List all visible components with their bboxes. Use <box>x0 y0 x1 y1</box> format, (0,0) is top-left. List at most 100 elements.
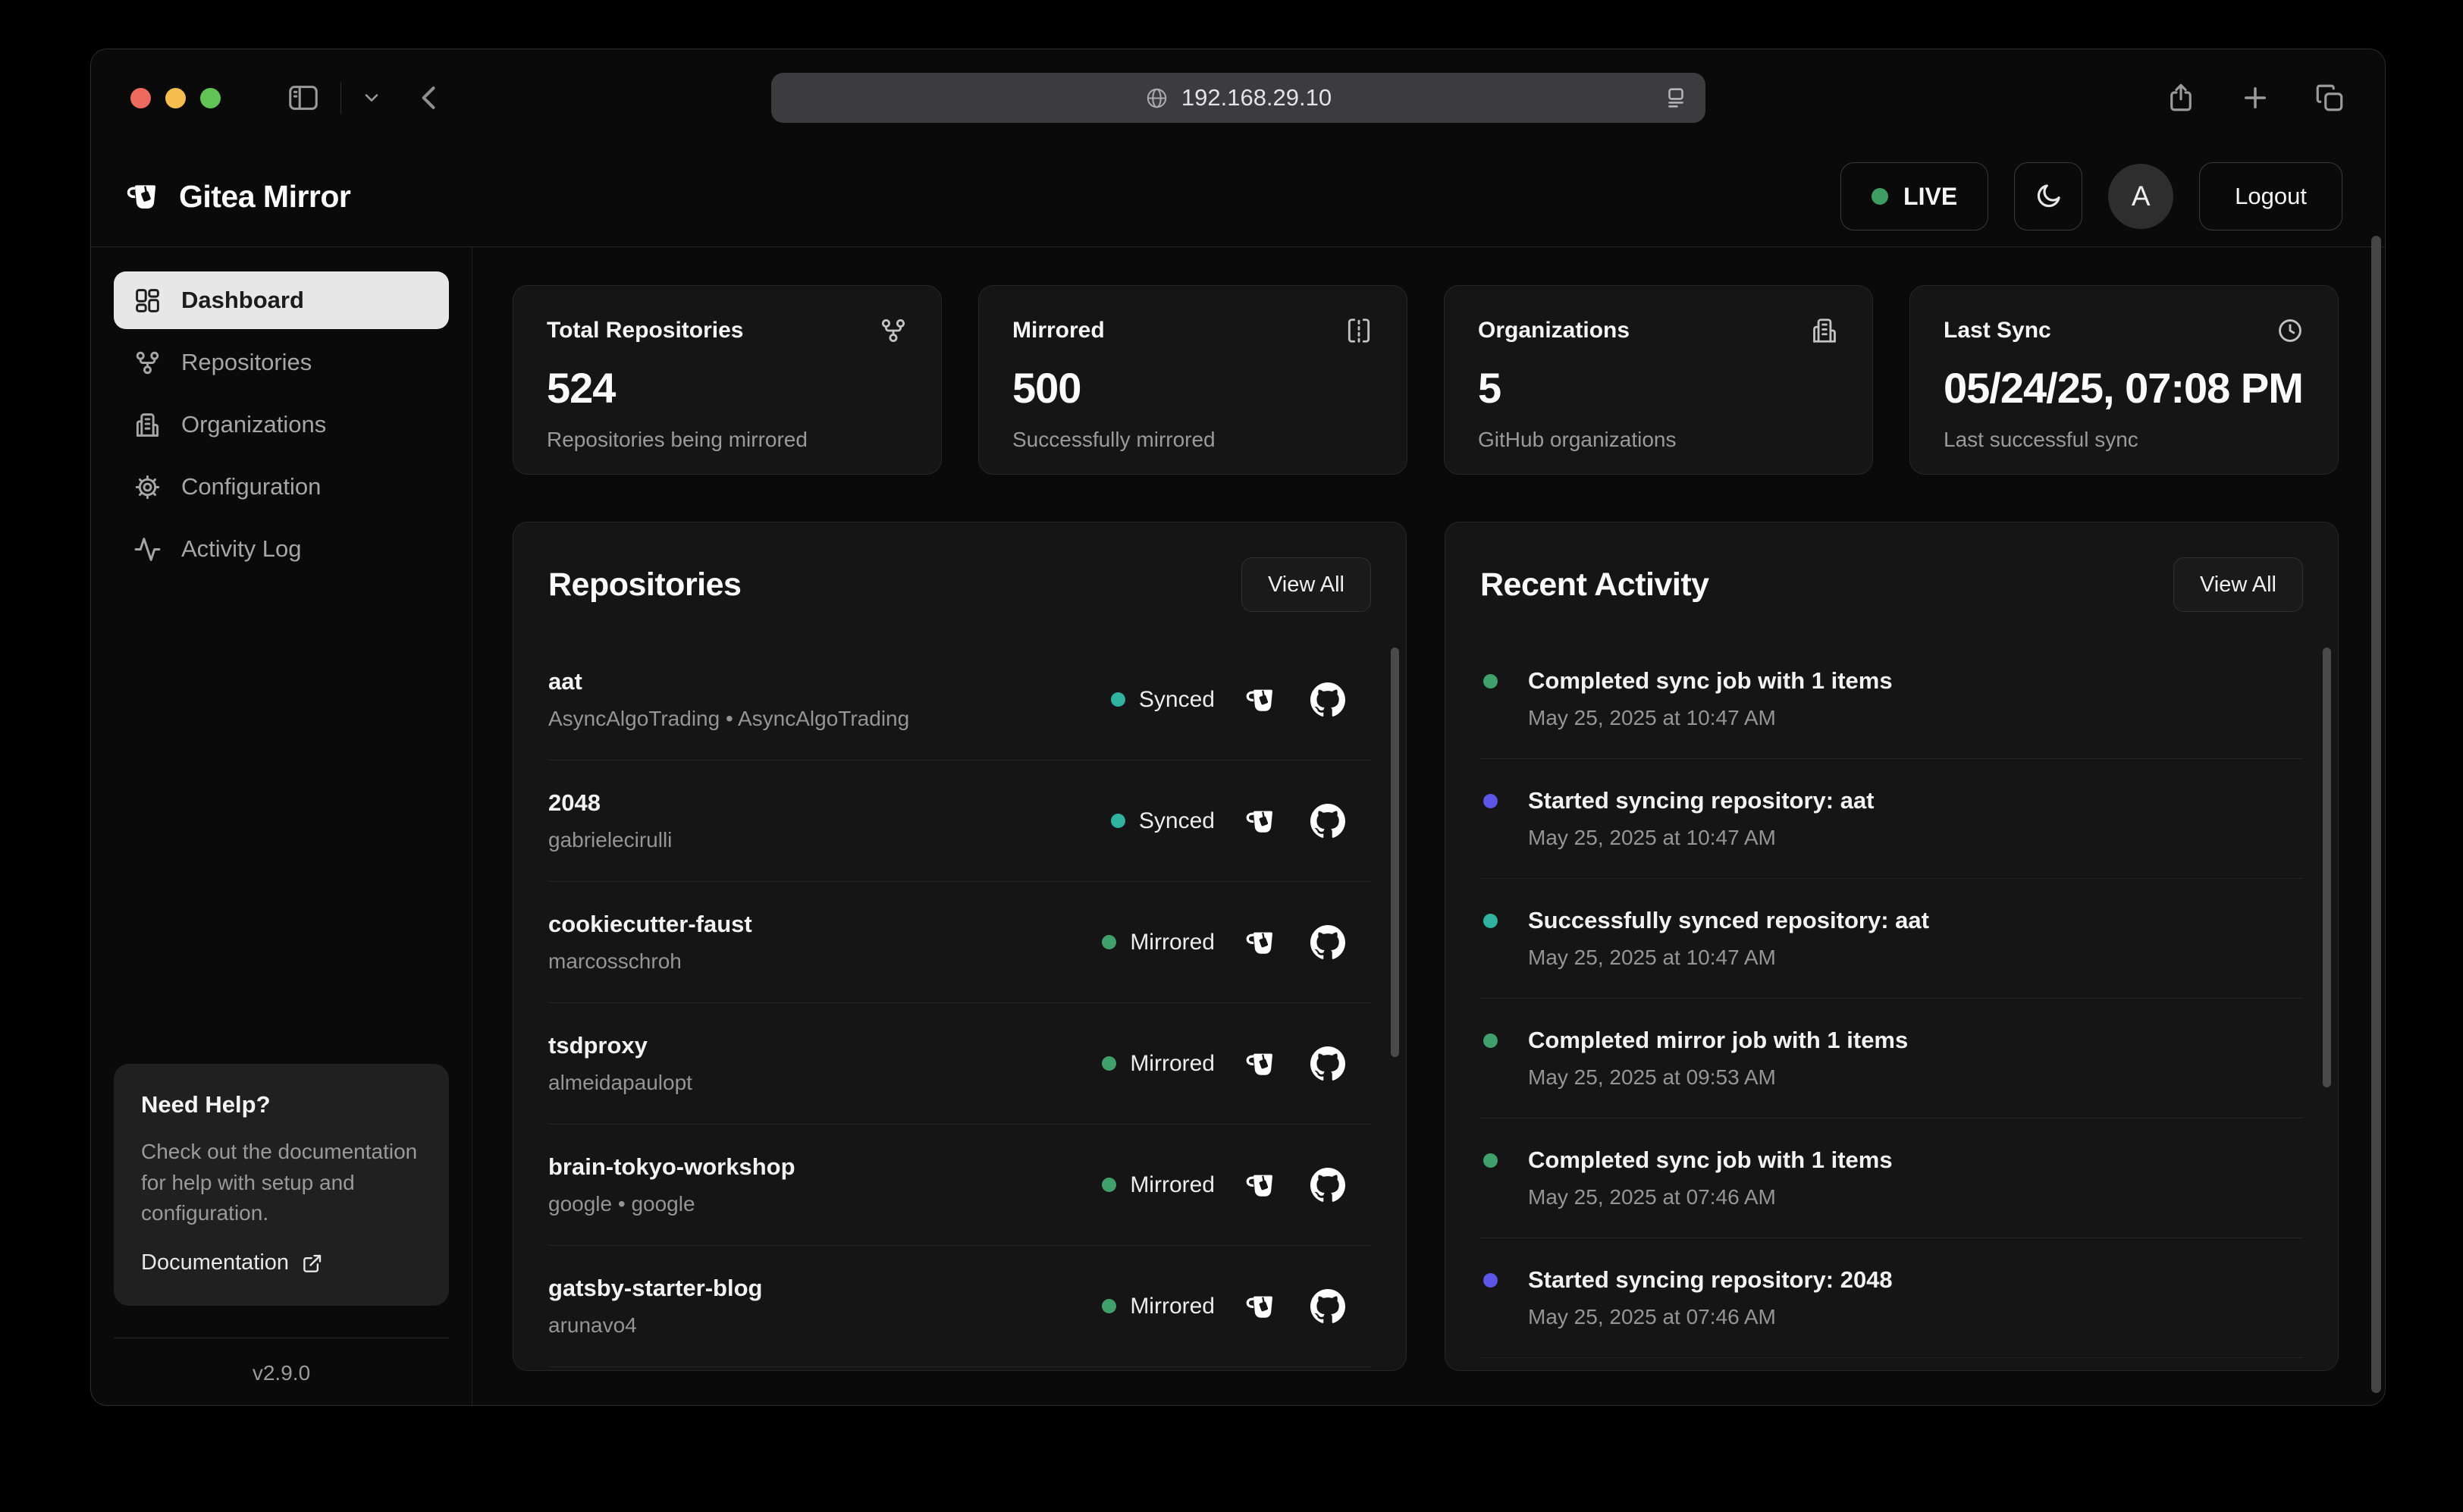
avatar[interactable]: A <box>2108 164 2173 229</box>
live-status-badge[interactable]: LIVE <box>1840 162 1988 231</box>
repo-row: gatsby-starter-blog arunavo4 Mirrored <box>548 1246 1371 1367</box>
repo-row: tsdproxy almeidapaulopt Mirrored <box>548 1003 1371 1125</box>
github-icon[interactable] <box>1310 804 1345 839</box>
status-dot-icon <box>1102 1056 1116 1071</box>
header-controls: LIVE A Logout <box>1840 162 2342 231</box>
new-tab-icon[interactable] <box>2239 82 2271 114</box>
git-fork-icon <box>133 349 162 377</box>
repositories-view-all-button[interactable]: View All <box>1241 557 1371 612</box>
stat-card-mirrored: Mirrored 500 Successfully mirrored <box>978 285 1407 475</box>
gitea-mug-icon[interactable] <box>1245 1168 1280 1203</box>
activity-dot-icon <box>1483 674 1498 689</box>
activity-item: Started syncing repository: 2048 May 25,… <box>1480 1238 2303 1358</box>
github-icon[interactable] <box>1310 1289 1345 1324</box>
sidebar-item-repositories[interactable]: Repositories <box>114 334 449 391</box>
help-body: Check out the documentation for help wit… <box>141 1137 422 1229</box>
status-badge: Mirrored <box>1102 1172 1215 1198</box>
gitea-mug-icon[interactable] <box>1245 1046 1280 1081</box>
theme-toggle-button[interactable] <box>2014 162 2082 231</box>
status-badge: Mirrored <box>1102 1051 1215 1077</box>
github-icon[interactable] <box>1310 925 1345 960</box>
status-badge: Mirrored <box>1102 1294 1215 1319</box>
live-dot-icon <box>1872 188 1888 205</box>
activity-item: Completed sync job with 1 items May 25, … <box>1480 639 2303 759</box>
status-dot-icon <box>1111 814 1125 828</box>
sidebar-toggle-icon[interactable] <box>286 80 321 115</box>
activity-dot-icon <box>1483 1273 1498 1288</box>
stats-row: Total Repositories 524 Repositories bein… <box>513 285 2339 475</box>
gitea-mug-icon[interactable] <box>1245 925 1280 960</box>
app-version: v2.9.0 <box>114 1338 449 1385</box>
toolbar-divider <box>340 82 341 114</box>
browser-toolbar: 192.168.29.10 <box>91 49 2385 146</box>
repositories-scrollbar[interactable] <box>1391 648 1399 1057</box>
clock-icon <box>2276 316 2305 345</box>
activity-item: Completed mirror job with 1 items May 25… <box>1480 999 2303 1118</box>
desktop: 192.168.29.10 <box>0 0 2463 1512</box>
building-icon <box>1810 316 1839 345</box>
app-header: Gitea Mirror LIVE A <box>91 146 2385 247</box>
page-scrollbar[interactable] <box>2371 236 2381 1393</box>
window-controls <box>130 88 221 108</box>
share-icon[interactable] <box>2165 82 2197 114</box>
sidebar-item-dashboard[interactable]: Dashboard <box>114 271 449 329</box>
minimize-window-button[interactable] <box>165 88 186 108</box>
repo-row: 2048 gabrielecirulli Synced <box>548 761 1371 882</box>
repositories-panel-title: Repositories <box>548 566 741 604</box>
repo-row: aat AsyncAlgoTrading • AsyncAlgoTrading … <box>548 639 1371 761</box>
status-badge: Mirrored <box>1102 930 1215 955</box>
gitea-mug-icon[interactable] <box>1245 682 1280 717</box>
activity-dot-icon <box>1483 794 1498 808</box>
activity-scrollbar[interactable] <box>2323 648 2331 1087</box>
repo-row: cookiecutter-faust marcosschroh Mirrored <box>548 882 1371 1003</box>
activity-dot-icon <box>1483 914 1498 928</box>
sidebar-item-configuration[interactable]: Configuration <box>114 458 449 516</box>
tab-overview-icon[interactable] <box>2314 82 2345 114</box>
repo-row: cronos Mirrored <box>548 1367 1371 1370</box>
github-icon[interactable] <box>1310 1168 1345 1203</box>
activity-list: Completed sync job with 1 items May 25, … <box>1480 639 2303 1370</box>
sidebar-nav: Dashboard Repositories <box>114 271 449 578</box>
toolbar-right-icons <box>2165 82 2345 114</box>
status-dot-icon <box>1102 1299 1116 1313</box>
app-title: Gitea Mirror <box>179 179 350 215</box>
brand: Gitea Mirror <box>126 177 350 215</box>
github-icon[interactable] <box>1310 682 1345 717</box>
main-content: Total Repositories 524 Repositories bein… <box>472 247 2385 1405</box>
url-text: 192.168.29.10 <box>1181 84 1332 111</box>
gitea-mug-icon[interactable] <box>1245 804 1280 839</box>
status-dot-icon <box>1102 1178 1116 1192</box>
dashboard-icon <box>133 287 162 315</box>
status-dot-icon <box>1111 692 1125 707</box>
gitea-mug-icon[interactable] <box>1245 1289 1280 1324</box>
recent-activity-panel-title: Recent Activity <box>1480 566 1709 604</box>
documentation-link[interactable]: Documentation <box>141 1250 422 1275</box>
panels-row: Repositories View All aat AsyncAlgoTradi… <box>513 522 2339 1371</box>
github-icon[interactable] <box>1310 1046 1345 1081</box>
activity-item: Completed sync job with 1 items May 25, … <box>1480 1118 2303 1238</box>
repositories-list: aat AsyncAlgoTrading • AsyncAlgoTrading … <box>548 639 1371 1370</box>
stat-card-total-repositories: Total Repositories 524 Repositories bein… <box>513 285 942 475</box>
sidebar-item-organizations[interactable]: Organizations <box>114 396 449 453</box>
activity-dot-icon <box>1483 1153 1498 1168</box>
reader-view-icon[interactable] <box>1663 85 1689 111</box>
repo-row: brain-tokyo-workshop google • google Mir… <box>548 1125 1371 1246</box>
zoom-window-button[interactable] <box>200 88 221 108</box>
address-bar[interactable]: 192.168.29.10 <box>771 73 1705 123</box>
logout-button[interactable]: Logout <box>2199 162 2342 231</box>
help-title: Need Help? <box>141 1091 422 1118</box>
recent-activity-panel: Recent Activity View All Completed sync … <box>1445 522 2339 1371</box>
repositories-panel: Repositories View All aat AsyncAlgoTradi… <box>513 522 1407 1371</box>
chevron-down-icon[interactable] <box>361 87 382 108</box>
external-link-icon <box>301 1252 324 1275</box>
mirror-icon <box>1344 316 1373 345</box>
close-window-button[interactable] <box>130 88 151 108</box>
sidebar-item-activity-log[interactable]: Activity Log <box>114 520 449 578</box>
need-help-card: Need Help? Check out the documentation f… <box>114 1064 449 1306</box>
sidebar: Dashboard Repositories <box>91 247 472 1405</box>
stat-card-organizations: Organizations 5 GitHub <box>1444 285 1873 475</box>
back-button[interactable] <box>413 81 446 114</box>
activity-view-all-button[interactable]: View All <box>2173 557 2303 612</box>
stat-card-last-sync: Last Sync 05/24/25, 07:08 PM Last succes… <box>1909 285 2339 475</box>
browser-window: 192.168.29.10 <box>90 49 2386 1406</box>
